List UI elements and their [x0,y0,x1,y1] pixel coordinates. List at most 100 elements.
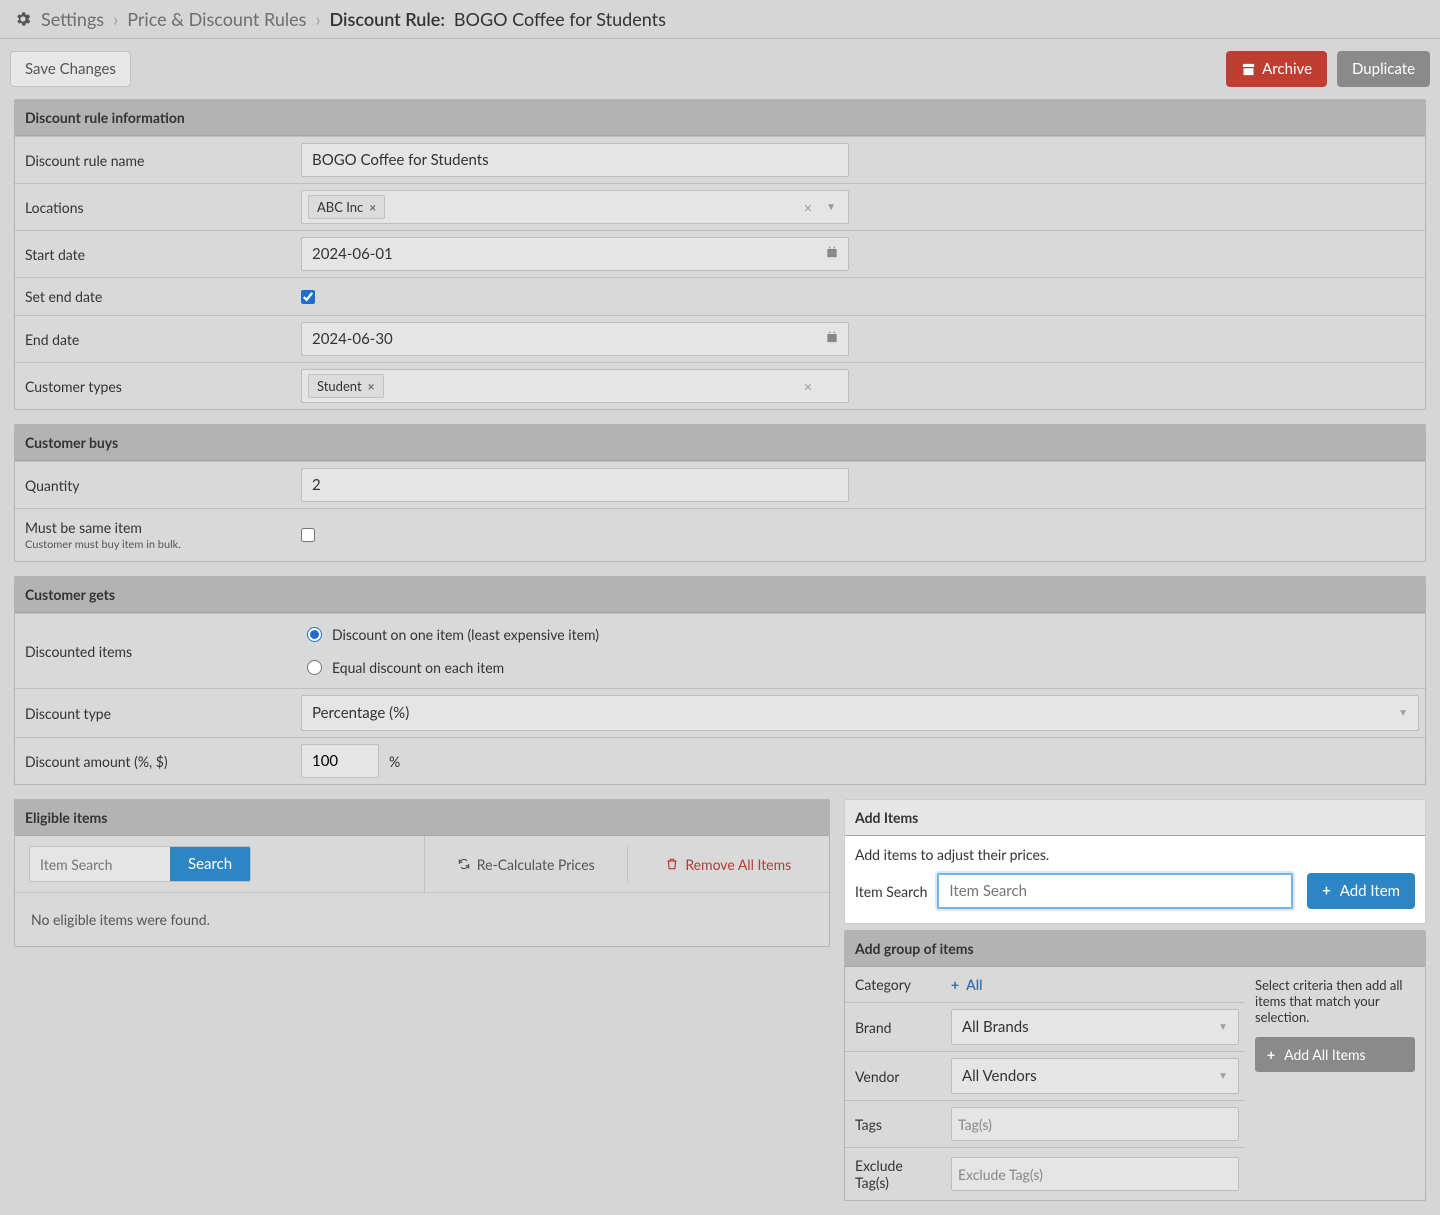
eligible-search-button[interactable]: Search [170,847,250,881]
input-end-date[interactable] [301,322,849,356]
archive-button[interactable]: Archive [1226,51,1327,87]
crumb-label: Discount Rule: [330,8,445,30]
panel-group-header: Add group of items [845,931,1425,967]
input-start-date[interactable] [301,237,849,271]
label-vendor: Vendor [845,1052,945,1100]
remove-icon[interactable]: × [369,200,376,215]
add-item-button[interactable]: Add Item [1307,873,1415,909]
label-quantity: Quantity [15,462,295,508]
add-all-label: Add All Items [1284,1046,1365,1063]
extags-ph: Exclude Tag(s) [958,1166,1043,1183]
radio-equal[interactable]: Equal discount on each item [295,651,516,684]
action-bar: Save Changes Archive Duplicate [0,39,1440,99]
plus-icon [1267,1046,1278,1063]
archive-label: Archive [1262,60,1312,78]
radio-one-input[interactable] [307,627,322,642]
panel-gets-header: Customer gets [15,577,1425,613]
caret-down-icon: ▼ [1218,1021,1228,1033]
radio-one-label: Discount on one item (least expensive it… [332,626,599,643]
category-all-link[interactable]: All [951,976,983,993]
label-customer-types: Customer types [15,363,295,409]
label-same-sub: Customer must buy item in bulk. [25,538,285,551]
panel-eligible-header: Eligible items [15,800,829,836]
duplicate-button[interactable]: Duplicate [1337,51,1430,87]
clear-icon[interactable]: × [804,378,812,395]
plus-icon [1322,882,1334,900]
eligible-empty: No eligible items were found. [15,893,829,946]
refresh-icon [457,857,471,871]
panel-eligible: Eligible items Search Re-Calculate Price… [14,799,830,947]
brand-select[interactable]: All Brands▼ [951,1009,1239,1045]
remove-icon[interactable]: × [368,379,375,394]
select-value: All Vendors [962,1067,1037,1085]
label-discount-type: Discount type [15,689,295,737]
breadcrumb: Settings › Price & Discount Rules › Disc… [0,0,1440,39]
crumb-settings[interactable]: Settings [41,8,104,30]
label-discount-amount: Discount amount (%, $) [15,738,295,784]
chevron-right-icon: › [113,8,118,30]
panel-info: Discount rule information Discount rule … [14,99,1426,410]
checkbox-same-item[interactable] [301,528,315,542]
remove-label: Remove All Items [685,856,791,873]
recalc-label: Re-Calculate Prices [477,856,595,873]
ctype-chip[interactable]: Student × [308,374,384,398]
remove-all-link[interactable]: Remove All Items [665,856,791,873]
caret-down-icon: ▼ [1398,707,1408,719]
caret-down-icon[interactable]: ▼ [826,201,836,213]
eligible-search[interactable]: Search [29,846,251,882]
label-exclude-tags: Exclude Tag(s) [845,1148,945,1200]
panel-group: Add group of items Category All Brand [844,930,1426,1201]
input-quantity[interactable] [301,468,849,502]
calendar-icon[interactable] [825,331,839,348]
trash-icon [665,857,679,871]
plus-icon [951,976,962,993]
panel-add-items-header: Add Items [845,800,1425,836]
add-item-label: Add Item [1340,882,1400,900]
exclude-tags-input[interactable]: Exclude Tag(s) [951,1157,1239,1191]
input-rule-name[interactable] [301,143,849,177]
tags-input[interactable]: Tag(s) [951,1107,1239,1141]
radio-equal-input[interactable] [307,660,322,675]
panel-buys: Customer buys Quantity Must be same item… [14,424,1426,562]
add-items-desc: Add items to adjust their prices. [855,846,1293,863]
recalc-link[interactable]: Re-Calculate Prices [457,856,595,873]
archive-icon [1241,62,1256,77]
label-set-end: Set end date [15,278,295,315]
clear-icon[interactable]: × [804,199,812,216]
calendar-icon[interactable] [825,246,839,263]
crumb-rules[interactable]: Price & Discount Rules [127,8,306,30]
group-aside-text: Select criteria then add all items that … [1255,977,1415,1025]
percent-symbol: % [389,753,400,770]
caret-down-icon: ▼ [1218,1070,1228,1082]
location-chip[interactable]: ABC Inc × [308,195,385,219]
item-search-input[interactable] [937,873,1293,909]
label-rule-name: Discount rule name [15,137,295,183]
label-tags: Tags [845,1101,945,1147]
save-button[interactable]: Save Changes [10,51,131,87]
panel-add-items: Add Items Add items to adjust their pric… [844,799,1426,924]
item-search-label: Item Search [855,883,927,900]
eligible-search-input[interactable] [30,847,170,881]
tags-ph: Tag(s) [958,1116,992,1133]
label-brand: Brand [845,1003,945,1051]
add-all-items-button[interactable]: Add All Items [1255,1037,1415,1072]
label-start-date: Start date [15,231,295,277]
checkbox-set-end[interactable] [301,290,315,304]
radio-equal-label: Equal discount on each item [332,659,504,676]
select-discount-type[interactable]: Percentage (%) ▼ [301,695,1419,731]
radio-one-item[interactable]: Discount on one item (least expensive it… [295,618,611,651]
chevron-right-icon: › [315,8,320,30]
vendor-select[interactable]: All Vendors ▼ [951,1058,1239,1094]
input-discount-amount[interactable] [301,744,379,778]
chip-label: ABC Inc [317,199,363,215]
label-category: Category [845,967,945,1002]
label-discounted-items: Discounted items [15,614,295,688]
locations-select[interactable]: ABC Inc × × ▼ [301,190,849,224]
crumb-value: BOGO Coffee for Students [454,8,666,30]
label-same-item: Must be same item Customer must buy item… [15,509,295,561]
chip-label: Student [317,378,362,394]
customer-types-select[interactable]: Student × × [301,369,849,403]
select-value: Percentage (%) [312,704,409,722]
panel-gets: Customer gets Discounted items Discount … [14,576,1426,785]
label-locations: Locations [15,184,295,230]
